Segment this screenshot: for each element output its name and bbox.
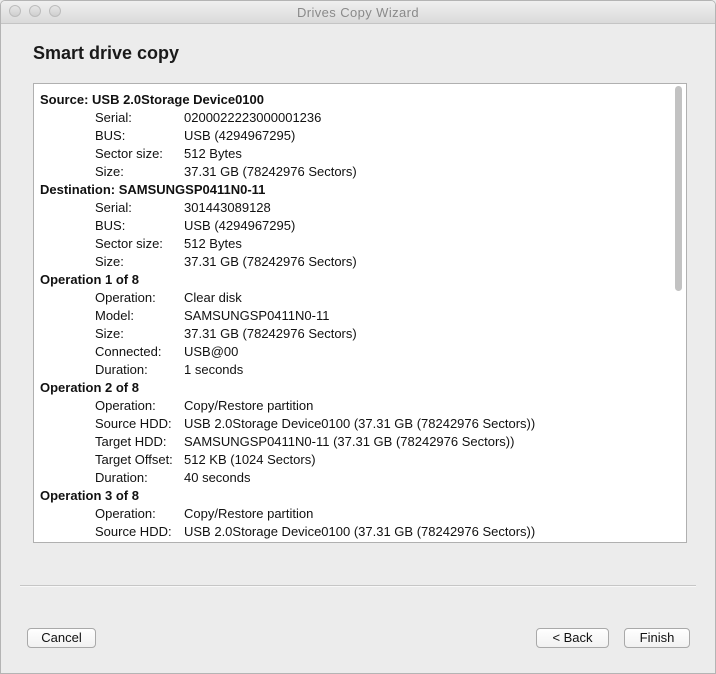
detail-value: USB@00 <box>184 344 239 359</box>
detail-value: SAMSUNGSP0411N0-11 (37.31 GB (78242976 S… <box>184 434 515 449</box>
detail-row: Target HDD: SAMSUNGSP0411N0-11 (37.31 GB… <box>40 433 660 451</box>
operation-header: Operation 1 of 8 <box>40 272 139 287</box>
detail-row: Operation: Copy/Restore partition <box>40 505 660 523</box>
detail-row: Duration: 40 seconds <box>40 469 660 487</box>
detail-label: Connected: <box>95 344 162 359</box>
detail-label: Source HDD: <box>95 416 172 431</box>
scrollbar-thumb[interactable] <box>675 86 682 291</box>
detail-label: Model: <box>95 308 135 323</box>
detail-label: Sector size: <box>95 146 163 161</box>
vertical-scrollbar[interactable] <box>674 86 683 540</box>
detail-label: Size: <box>95 326 124 341</box>
operation-header: Operation 3 of 8 <box>40 488 139 503</box>
report-panel[interactable]: Source: USB 2.0Storage Device0100 Serial… <box>33 83 687 543</box>
detail-label: Size: <box>95 254 124 269</box>
detail-label: Duration: <box>95 470 148 485</box>
detail-row: BUS: USB (4294967295) <box>40 127 660 145</box>
detail-label: Serial: <box>95 110 132 125</box>
detail-value: SAMSUNGSP0411N0-11 <box>184 308 330 323</box>
detail-value: 0200022223000001236 <box>184 110 322 125</box>
detail-value: 512 KB (1024 Sectors) <box>184 452 316 467</box>
divider <box>20 585 696 587</box>
detail-label: Operation: <box>95 398 156 413</box>
detail-row: Operation: Clear disk <box>40 289 660 307</box>
detail-row: Target Offset: 512 KB (1024 Sectors) <box>40 451 660 469</box>
detail-label: Sector size: <box>95 236 163 251</box>
detail-value: USB 2.0Storage Device0100 (37.31 GB (782… <box>184 524 536 539</box>
detail-row: Size: 37.31 GB (78242976 Sectors) <box>40 163 660 181</box>
detail-value: USB (4294967295) <box>184 218 296 233</box>
detail-label: Operation: <box>95 290 156 305</box>
source-header: Source: USB 2.0Storage Device0100 <box>40 92 264 107</box>
detail-value: Copy/Restore partition <box>184 506 314 521</box>
detail-row: Operation: Copy/Restore partition <box>40 397 660 415</box>
page-title: Smart drive copy <box>33 43 180 63</box>
detail-value: 37.31 GB (78242976 Sectors) <box>184 164 357 179</box>
detail-row: Connected: USB@00 <box>40 343 660 361</box>
detail-value: 37.31 GB (78242976 Sectors) <box>184 254 357 269</box>
detail-label: Source HDD: <box>95 524 172 539</box>
operation-header: Operation 2 of 8 <box>40 380 139 395</box>
detail-row: Size: 37.31 GB (78242976 Sectors) <box>40 253 660 271</box>
detail-label: Target HDD: <box>95 434 167 449</box>
detail-label: Serial: <box>95 200 132 215</box>
detail-row: Serial: 301443089128 <box>40 199 660 217</box>
detail-label: BUS: <box>95 128 126 143</box>
detail-value: 512 Bytes <box>184 236 242 251</box>
detail-value: 40 seconds <box>184 470 251 485</box>
finish-button[interactable]: Finish <box>624 628 690 648</box>
detail-row: Serial: 0200022223000001236 <box>40 109 660 127</box>
detail-label: Target Offset: <box>95 452 173 467</box>
cancel-button[interactable]: Cancel <box>27 628 96 648</box>
report-content: Source: USB 2.0Storage Device0100 Serial… <box>40 91 660 541</box>
detail-row: Sector size: 512 Bytes <box>40 145 660 163</box>
detail-value: 37.31 GB (78242976 Sectors) <box>184 326 357 341</box>
detail-value: 512 Bytes <box>184 146 242 161</box>
detail-row: Source HDD: USB 2.0Storage Device0100 (3… <box>40 523 660 541</box>
detail-value: USB (4294967295) <box>184 128 296 143</box>
destination-header: Destination: SAMSUNGSP0411N0-11 <box>40 182 266 197</box>
detail-value: Clear disk <box>184 290 242 305</box>
detail-label: Duration: <box>95 362 148 377</box>
detail-value: USB 2.0Storage Device0100 (37.31 GB (782… <box>184 416 536 431</box>
detail-row: Duration: 1 seconds <box>40 361 660 379</box>
detail-row: Source HDD: USB 2.0Storage Device0100 (3… <box>40 415 660 433</box>
detail-label: BUS: <box>95 218 126 233</box>
detail-value: Copy/Restore partition <box>184 398 314 413</box>
window-title: Drives Copy Wizard <box>296 5 420 20</box>
detail-row: BUS: USB (4294967295) <box>40 217 660 235</box>
detail-value: 301443089128 <box>184 200 271 215</box>
detail-label: Size: <box>95 164 124 179</box>
detail-label: Operation: <box>95 506 156 521</box>
detail-value: 1 seconds <box>184 362 244 377</box>
back-button[interactable]: < Back <box>536 628 609 648</box>
detail-row: Sector size: 512 Bytes <box>40 235 660 253</box>
wizard-window: Drives Copy Wizard Smart drive copy Sour… <box>0 0 716 674</box>
detail-row: Model: SAMSUNGSP0411N0-11 <box>40 307 660 325</box>
title-bar[interactable]: Drives Copy Wizard <box>1 1 715 24</box>
detail-row: Size: 37.31 GB (78242976 Sectors) <box>40 325 660 343</box>
